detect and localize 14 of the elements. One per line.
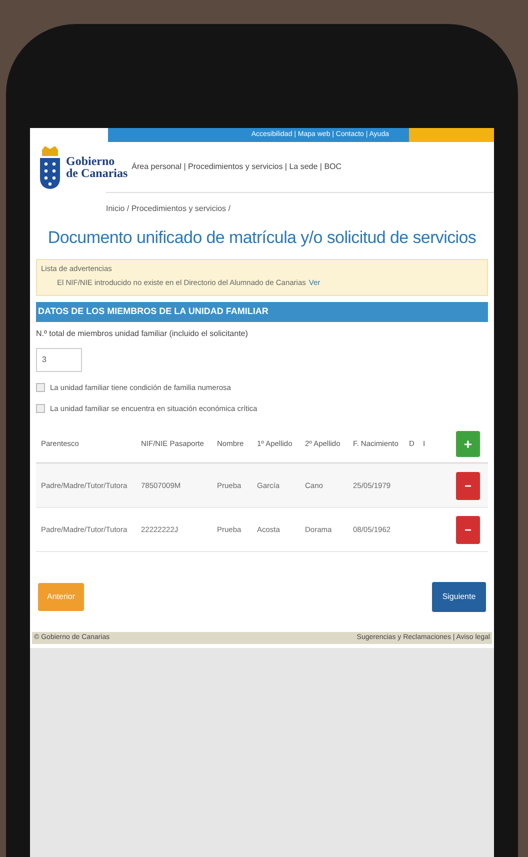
members-total-label: N.º total de miembros unidad familiar (incluido el solicitante) — [36, 328, 249, 340]
next-button[interactable]: Siguiente — [432, 582, 486, 612]
section-header: DATOS DE LOS MIEMBROS DE LA UNIDAD FAMILIAR — [36, 302, 488, 322]
logo-text: de Canarias — [66, 167, 128, 179]
checkbox[interactable] — [36, 382, 45, 392]
checkbox[interactable] — [36, 404, 45, 413]
add-button[interactable]: + — [456, 431, 480, 457]
remove-button[interactable]: − — [456, 516, 480, 544]
breadcrumb[interactable]: Inicio / Procedimientos y servicios / — [106, 204, 230, 213]
page-title: Documento unificado de matrícula y/o solicitud de servicios — [46, 227, 478, 249]
members-total-field[interactable]: 3 — [36, 348, 82, 372]
logo-text: Gobierno — [66, 155, 116, 167]
remove-button[interactable]: − — [456, 472, 480, 500]
main-nav[interactable]: Área personal | Procedimientos y servicios | La sede | BOC — [132, 161, 342, 173]
